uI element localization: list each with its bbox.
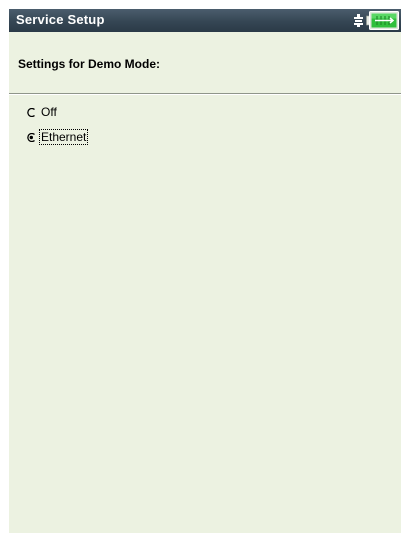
title-bar: Service Setup (9, 9, 401, 32)
radio-option-off[interactable]: Off (27, 104, 58, 120)
device-screen: Service Setup Settings for Demo Mode: Of… (9, 9, 401, 533)
radio-label-ethernet[interactable]: Ethernet (38, 129, 89, 145)
radio-unchecked-icon[interactable] (27, 107, 36, 117)
window-title: Service Setup (16, 12, 105, 27)
divider-highlight (9, 94, 401, 95)
radio-option-ethernet[interactable]: Ethernet (27, 129, 89, 145)
radio-label-off[interactable]: Off (40, 105, 58, 119)
usb-plug-icon (354, 14, 363, 27)
radio-checked-icon[interactable] (27, 132, 36, 142)
battery-charging-icon (366, 11, 399, 30)
section-title: Settings for Demo Mode: (18, 57, 161, 71)
